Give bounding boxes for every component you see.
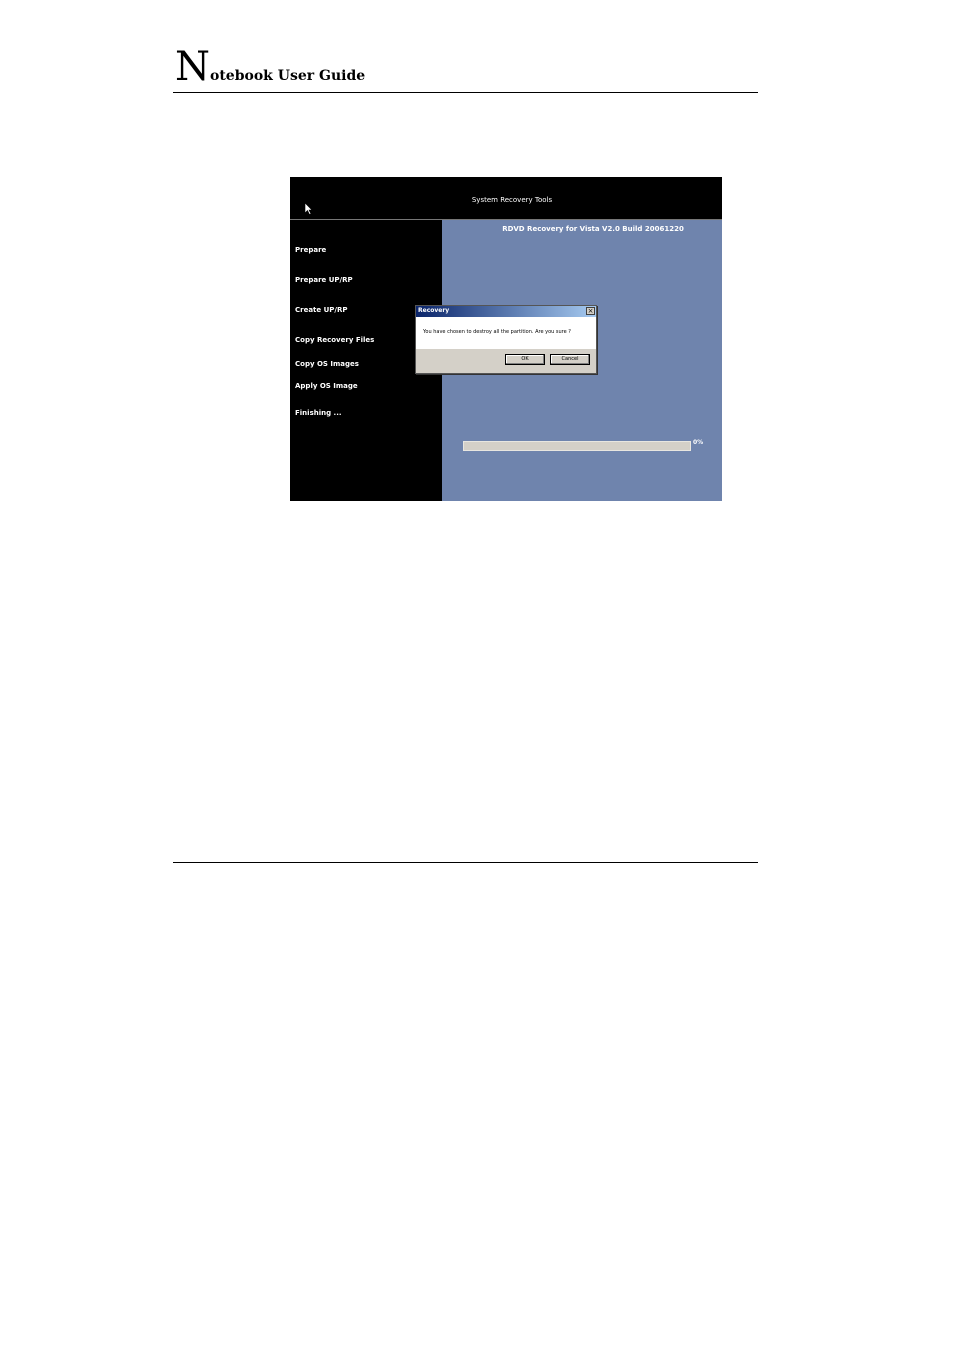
mouse-pointer-icon bbox=[305, 203, 313, 215]
progress-label: 0% bbox=[693, 439, 704, 446]
dialog-titlebar[interactable]: Recovery × bbox=[416, 306, 596, 317]
close-icon[interactable]: × bbox=[586, 307, 595, 315]
progress-bar bbox=[463, 441, 691, 451]
step-prepare: Prepare bbox=[295, 246, 327, 254]
build-label: RDVD Recovery for Vista V2.0 Build 20061… bbox=[502, 225, 684, 233]
step-create-up-rp: Create UP/RP bbox=[295, 306, 348, 314]
document-title-rest: otebook User Guide bbox=[210, 68, 366, 84]
step-apply-os-image: Apply OS Image bbox=[295, 382, 358, 390]
step-copy-os-images: Copy OS Images bbox=[295, 360, 359, 368]
ok-button[interactable]: OK bbox=[505, 354, 545, 365]
recovery-tool-screenshot: System Recovery Tools Prepare Prepare UP… bbox=[290, 177, 722, 501]
document-title-initial: N bbox=[175, 44, 210, 90]
step-finishing: Finishing ... bbox=[295, 409, 342, 417]
confirm-dialog: Recovery × You have chosen to destroy al… bbox=[415, 305, 597, 374]
dialog-title: Recovery bbox=[418, 307, 450, 314]
dialog-button-bar: OK Cancel bbox=[416, 349, 596, 373]
dialog-message: You have chosen to destroy all the parti… bbox=[423, 329, 571, 335]
document-header: Notebook User Guide bbox=[173, 46, 758, 93]
app-header: System Recovery Tools bbox=[290, 177, 722, 220]
document-title: Notebook User Guide bbox=[175, 47, 365, 87]
step-prepare-up-rp: Prepare UP/RP bbox=[295, 276, 353, 284]
cancel-button[interactable]: Cancel bbox=[550, 354, 590, 365]
footer-rule bbox=[173, 862, 758, 863]
step-copy-recovery-files: Copy Recovery Files bbox=[295, 336, 375, 344]
app-title: System Recovery Tools bbox=[471, 196, 553, 204]
